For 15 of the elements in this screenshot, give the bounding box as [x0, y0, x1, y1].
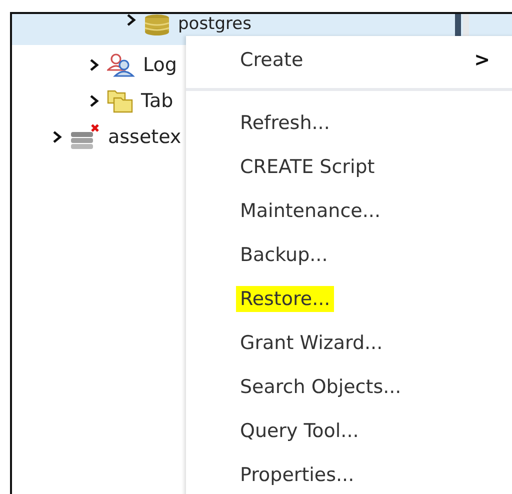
- tree-item-label: Tab: [141, 90, 174, 112]
- menu-item-label: Restore...: [236, 286, 334, 312]
- menu-item-label: Grant Wizard...: [239, 331, 384, 356]
- menu-item-label: Create: [239, 48, 304, 73]
- menu-item-label: Query Tool...: [239, 419, 360, 444]
- tree-item-label: postgres: [178, 14, 252, 34]
- menu-item-label: Backup...: [239, 243, 329, 268]
- tree-item-label: Log: [143, 54, 177, 76]
- submenu-arrow: >: [474, 49, 490, 71]
- menu-item-label: Refresh...: [239, 111, 331, 136]
- tree-item-label: assetex: [108, 126, 182, 148]
- menu-item-label: Search Objects...: [239, 375, 402, 400]
- menu-item-label: CREATE Script: [239, 155, 376, 180]
- menu-item-label: Properties...: [239, 463, 356, 488]
- menu-item-label: Maintenance...: [239, 199, 382, 224]
